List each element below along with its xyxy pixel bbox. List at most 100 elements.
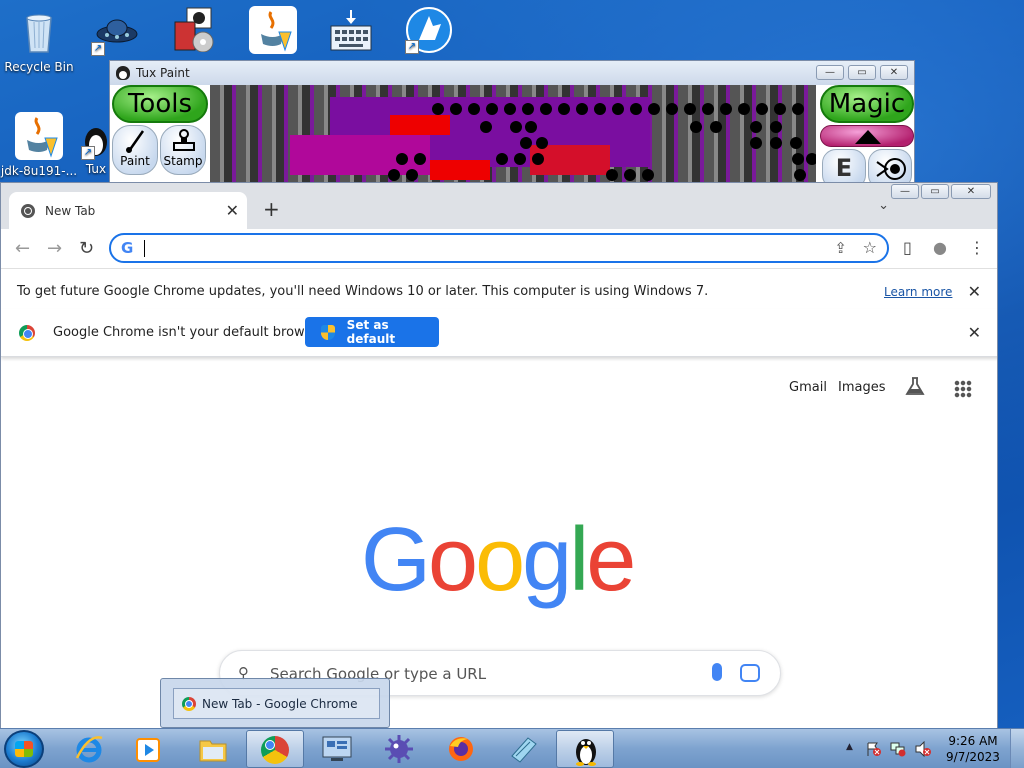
firefox-icon: [449, 737, 473, 761]
share-icon[interactable]: ⇪: [834, 239, 847, 257]
taskbar-internet-explorer[interactable]: [60, 730, 118, 768]
minimize-button[interactable]: —: [891, 184, 919, 199]
taskbar-chrome[interactable]: [246, 730, 304, 768]
desktop-shortcut-java[interactable]: [234, 6, 312, 58]
folder-icon: [199, 740, 227, 762]
start-button[interactable]: [4, 730, 44, 768]
forward-button[interactable]: →: [47, 238, 62, 259]
shortcut-arrow-icon: ↗: [91, 42, 105, 56]
taskbar-firefox[interactable]: [432, 730, 490, 768]
google-logo-letter: l: [569, 510, 589, 610]
google-logo-letter: o: [428, 510, 478, 610]
google-lens-camera-icon[interactable]: [740, 664, 760, 682]
default-browser-infobar: Google Chrome isn't your default browser…: [1, 309, 997, 357]
chrome-logo-icon: [19, 324, 35, 341]
chrome-icon: [261, 736, 289, 764]
media-player-icon: [136, 738, 160, 762]
back-button[interactable]: ←: [15, 238, 30, 259]
update-message: To get future Google Chrome updates, you…: [17, 284, 709, 299]
tab-search-chevron-icon[interactable]: ⌄: [878, 198, 889, 213]
tab-favicon-icon: [21, 203, 35, 218]
java-installer-icon: [15, 112, 63, 160]
volume-muted-icon[interactable]: [914, 741, 932, 757]
text-caret: [144, 240, 145, 257]
desktop-shortcut-setup[interactable]: [154, 4, 232, 56]
new-tab-button[interactable]: +: [263, 197, 280, 221]
tux-penguin-icon: [576, 739, 596, 766]
magic-panel: Magic E: [816, 85, 914, 184]
tux-paint-window[interactable]: Tux Paint — ▭ ✕ Tools Paint Stamp Magic …: [109, 60, 915, 185]
clock-date: 9/7/2023: [946, 750, 1000, 764]
thumbnail-title: New Tab - Google Chrome: [202, 696, 358, 711]
profile-avatar-icon[interactable]: ●: [933, 238, 947, 257]
side-panel-icon[interactable]: ▯: [903, 238, 912, 257]
maximize-button[interactable]: ▭: [848, 65, 876, 80]
taskbar-notepad[interactable]: [494, 730, 552, 768]
labs-flask-icon[interactable]: [905, 376, 925, 396]
tab-new-tab[interactable]: New Tab ✕: [9, 192, 247, 229]
taskbar-thumbnail-popup[interactable]: New Tab - Google Chrome: [160, 678, 390, 728]
taskbar: ▲ 9:26 AM 9/7/2023: [0, 728, 1024, 768]
taskbar-media-player[interactable]: [120, 730, 178, 768]
recycle-bin-desktop-icon[interactable]: Recycle Bin: [0, 8, 78, 74]
learn-more-link[interactable]: Learn more: [884, 285, 952, 299]
shortcut-arrow-icon: ↗: [405, 40, 419, 54]
images-link[interactable]: Images: [838, 380, 886, 395]
close-update-bar-button[interactable]: ✕: [968, 282, 981, 301]
taskbar-file-explorer[interactable]: [184, 730, 242, 768]
network-icon[interactable]: [890, 741, 906, 757]
desktop-shortcut-jdk[interactable]: jdk-8u191-...: [0, 112, 78, 178]
voice-search-mic-icon[interactable]: [712, 663, 722, 681]
chrome-menu-icon[interactable]: ⋮: [969, 238, 985, 257]
scroll-up-button[interactable]: [820, 125, 914, 147]
google-logo-letter: g: [522, 510, 572, 610]
gmail-link[interactable]: Gmail: [789, 380, 827, 395]
system-clock[interactable]: 9:26 AM 9/7/2023: [944, 733, 1002, 765]
bookmark-star-icon[interactable]: ☆: [863, 238, 877, 257]
set-as-default-button[interactable]: Set as default: [305, 317, 439, 347]
tab-title: New Tab: [45, 203, 96, 218]
clock-time: 9:26 AM: [948, 734, 998, 748]
java-icon: [249, 6, 297, 54]
show-desktop-button[interactable]: [1010, 729, 1024, 768]
taskbar-remote-desktop[interactable]: [308, 730, 366, 768]
stamp-tool-button[interactable]: Stamp: [160, 125, 206, 175]
maximize-button[interactable]: ▭: [921, 184, 949, 199]
stamp-icon: [173, 129, 195, 151]
desktop-shortcut-wolf[interactable]: ↗: [390, 6, 468, 58]
tux-paint-titlebar[interactable]: Tux Paint — ▭ ✕: [110, 61, 914, 85]
recycle-bin-label: Recycle Bin: [4, 60, 74, 74]
magic-fisheye-button[interactable]: [868, 149, 912, 184]
window-title: Tux Paint: [136, 66, 190, 80]
magic-e-button[interactable]: E: [822, 149, 866, 184]
google-apps-icon[interactable]: [954, 380, 972, 398]
paint-label: Paint: [120, 154, 150, 168]
drawing-canvas[interactable]: [210, 85, 820, 184]
uac-shield-icon: [321, 324, 335, 340]
close-button[interactable]: ✕: [951, 184, 991, 199]
paintbrush-icon: [126, 130, 145, 153]
set-default-label: Set as default: [346, 318, 396, 346]
thumbnail-window-item[interactable]: New Tab - Google Chrome: [173, 688, 380, 719]
paint-tool-button[interactable]: Paint: [112, 125, 158, 175]
tux-paint-body: Tools Paint Stamp Magic E: [110, 85, 914, 184]
close-default-bar-button[interactable]: ✕: [968, 323, 981, 342]
action-center-flag-icon[interactable]: [866, 741, 882, 757]
address-bar[interactable]: G ⇪ ☆: [109, 233, 889, 263]
tux-paint-app-icon: [116, 66, 130, 80]
fisheye-icon: [876, 158, 906, 180]
tab-close-icon[interactable]: ✕: [226, 201, 239, 220]
desktop-shortcut-keyboard[interactable]: [312, 8, 390, 60]
shortcut-arrow-icon: ↗: [81, 146, 95, 160]
chrome-window[interactable]: — ▭ ✕ New Tab ✕ + ⌄ ← → ↻ G ⇪ ☆ ▯ ● ⋮ To…: [0, 182, 998, 730]
wolf-app-icon: ↗: [405, 6, 453, 54]
on-screen-keyboard-icon: [327, 8, 375, 56]
taskbar-tux-paint[interactable]: [556, 730, 614, 768]
mine-icon: [385, 735, 413, 763]
close-button[interactable]: ✕: [880, 65, 908, 80]
taskbar-mine-app[interactable]: [370, 730, 428, 768]
minimize-button[interactable]: —: [816, 65, 844, 80]
ufo-app-icon: ↗: [91, 8, 139, 56]
reload-button[interactable]: ↻: [79, 238, 94, 259]
show-hidden-icons-button[interactable]: ▲: [846, 742, 853, 752]
